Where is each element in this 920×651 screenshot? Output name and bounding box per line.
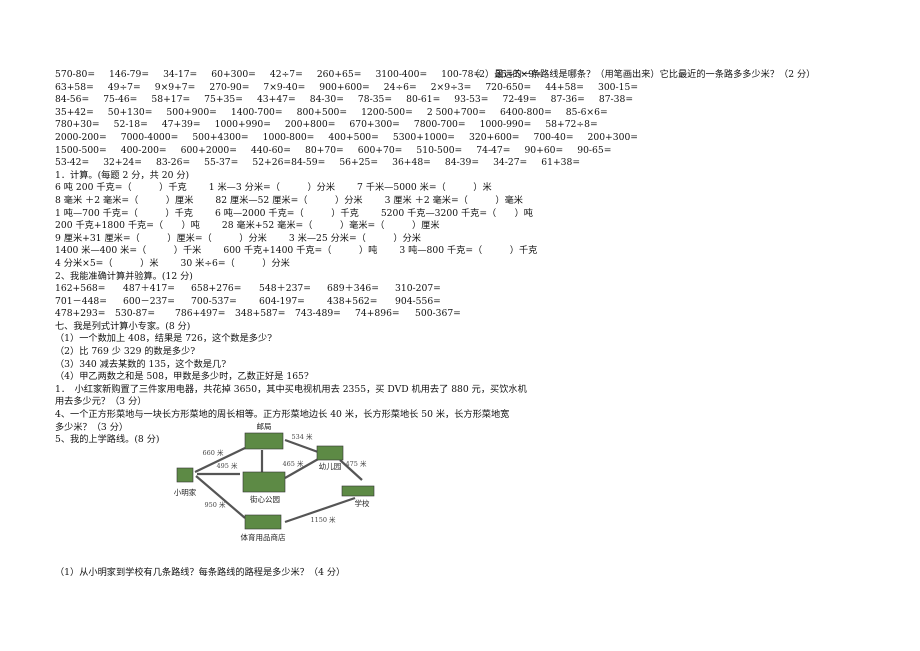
label-post-office: 邮局: [257, 421, 272, 431]
park-trees: [242, 471, 286, 493]
school-route-map: 邮局 小明家 街心公园 幼儿园 学校 体育用品商店 660 米 534 米 49…: [174, 421, 375, 542]
home-building: [176, 467, 194, 483]
kindergarten-building: [316, 445, 344, 461]
distance-home-post: 660 米: [203, 448, 224, 457]
post-office-building: [244, 432, 284, 450]
distance-home-store: 950 米: [205, 500, 226, 509]
distance-kinder-school: 475 米: [346, 459, 367, 468]
label-kindergarten: 幼儿园: [319, 461, 342, 471]
distance-home-park: 495 米: [217, 461, 238, 470]
label-school: 学校: [355, 498, 370, 508]
store-building: [244, 514, 282, 530]
label-store: 体育用品商店: [241, 532, 286, 542]
road-post-kinder: [284, 438, 319, 454]
label-park: 街心公园: [250, 494, 280, 504]
road-home-store: [195, 475, 246, 519]
question-longest-route: （2）最远的一条路线是哪条？（用笔画出来）它比最近的一条路多多少米？（2 分）: [470, 69, 816, 80]
school-building: [341, 485, 375, 497]
distance-park-kinder: 465 米: [283, 459, 304, 468]
label-home: 小明家: [174, 487, 197, 497]
distance-post-kinder: 534 米: [292, 432, 313, 441]
distance-store-school: 1150 米: [310, 515, 336, 524]
question-routes: （1）从小明家到学校有几条路线？每条路线的路程是多少米？（4 分）: [55, 567, 346, 578]
